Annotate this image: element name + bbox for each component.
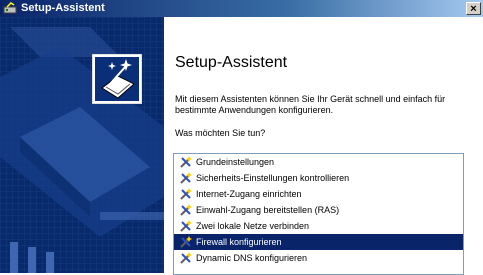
tools-icon xyxy=(180,236,192,248)
window-title: Setup-Assistent xyxy=(21,2,105,14)
list-item-label: Dynamic DNS konfigurieren xyxy=(196,253,308,263)
list-item-label: Zwei lokale Netze verbinden xyxy=(196,221,310,231)
tools-icon xyxy=(180,220,192,232)
tools-icon xyxy=(180,252,192,264)
list-item-label: Firewall konfigurieren xyxy=(196,237,282,247)
question-text: Was möchten Sie tun? xyxy=(175,128,266,138)
list-item[interactable]: Einwahl-Zugang bereitstellen (RAS) xyxy=(174,202,463,218)
list-item[interactable]: Sicherheits-Einstellungen kontrollieren xyxy=(174,170,463,186)
task-listbox[interactable]: Grundeinstellungen Sicherheits-Einstellun… xyxy=(173,153,464,275)
wizard-app-icon xyxy=(3,2,17,14)
wizard-content: Setup-Assistent Mit diesem Assistenten k… xyxy=(164,17,483,275)
close-button[interactable]: × xyxy=(466,2,481,15)
wizard-icon xyxy=(92,54,142,104)
list-item[interactable]: Internet-Zugang einrichten xyxy=(174,186,463,202)
tools-icon xyxy=(180,204,192,216)
list-item-label: Internet-Zugang einrichten xyxy=(196,189,302,199)
list-item-label: Einwahl-Zugang bereitstellen (RAS) xyxy=(196,205,340,215)
title-bar: Setup-Assistent × xyxy=(0,0,483,17)
list-item-label: Sicherheits-Einstellungen kontrollieren xyxy=(196,173,350,183)
tools-icon xyxy=(180,172,192,184)
list-item[interactable]: Zwei lokale Netze verbinden xyxy=(174,218,463,234)
wizard-banner xyxy=(0,17,164,273)
tools-icon xyxy=(180,188,192,200)
tools-icon xyxy=(180,156,192,168)
list-item[interactable]: Firewall konfigurieren xyxy=(174,234,463,250)
description-text: Mit diesem Assistenten können Sie Ihr Ge… xyxy=(175,94,446,115)
list-item[interactable]: Grundeinstellungen xyxy=(174,154,463,170)
list-item-label: Grundeinstellungen xyxy=(196,157,275,167)
page-title: Setup-Assistent xyxy=(175,54,288,71)
list-item[interactable]: Dynamic DNS konfigurieren xyxy=(174,250,463,266)
